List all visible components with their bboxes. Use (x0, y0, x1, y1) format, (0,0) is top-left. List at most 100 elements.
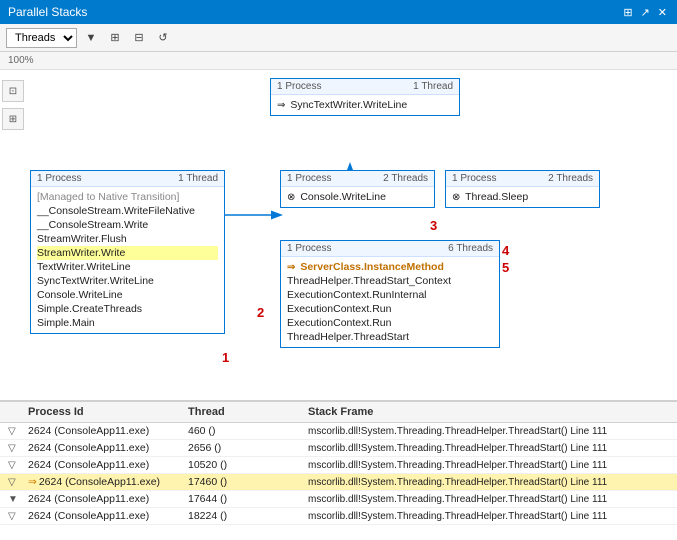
box-mid-body: ⊗ Console.WriteLine (281, 187, 434, 207)
row-filter[interactable]: ▽ (4, 425, 24, 438)
label-4: 4 (502, 243, 509, 258)
method-streamwriter-write[interactable]: StreamWriter.Write (37, 246, 218, 260)
row-thread: 17460 () (184, 475, 304, 489)
box-bottom-header: 1 Process 6 Threads (281, 241, 499, 257)
row-thread: 460 () (184, 424, 304, 438)
refresh-button[interactable]: ↺ (153, 28, 173, 48)
box-top-header: 1 Process 1 Thread (271, 79, 459, 95)
row-frame: mscorlib.dll!System.Threading.ThreadHelp… (304, 476, 673, 489)
box-right-header: 1 Process 2 Threads (446, 171, 599, 187)
close-button[interactable]: ✕ (656, 6, 669, 19)
table-row[interactable]: ▽ ⇒2624 (ConsoleApp11.exe) 17460 () msco… (0, 474, 677, 491)
table-header: Process Id Thread Stack Frame (0, 402, 677, 423)
method-console-writeline[interactable]: Console.WriteLine (37, 288, 218, 302)
table-row[interactable]: ▽ 2624 (ConsoleApp11.exe) 10520 () mscor… (0, 457, 677, 474)
box-right-process: 1 Process (452, 173, 496, 184)
zoom-reset-button[interactable]: ⊞ (2, 108, 24, 130)
method-simple-main[interactable]: Simple.Main (37, 316, 218, 330)
method-icon-x2: ⊗ (452, 192, 460, 203)
method-synctextwriter[interactable]: ⇒ SyncTextWriter.WriteLine (277, 98, 453, 112)
layout-btn1[interactable]: ⊞ (105, 28, 125, 48)
view-dropdown[interactable]: Threads Tasks (6, 28, 77, 48)
box-bottom-body: ⇒ ServerClass.InstanceMethod ThreadHelpe… (281, 257, 499, 347)
row-filter[interactable]: ▽ (4, 476, 24, 489)
row-thread: 2656 () (184, 441, 304, 455)
method-executionctx-run2[interactable]: ExecutionContext.Run (287, 316, 493, 330)
method-console-write1[interactable]: __ConsoleStream.WriteFileNative (37, 204, 218, 218)
row-filter[interactable]: ▼ (4, 493, 24, 506)
box-mid-header: 1 Process 2 Threads (281, 171, 434, 187)
row-thread: 17644 () (184, 492, 304, 506)
box-right-thread: 2 Threads (548, 173, 593, 184)
col-process: Process Id (24, 404, 184, 420)
row-process: ⇒2624 (ConsoleApp11.exe) (24, 475, 184, 489)
method-threadhelper-context[interactable]: ThreadHelper.ThreadStart_Context (287, 274, 493, 288)
box-bottom: 1 Process 6 Threads ⇒ ServerClass.Instan… (280, 240, 500, 348)
label-5: 5 (502, 260, 509, 275)
row-frame: mscorlib.dll!System.Threading.ThreadHelp… (304, 510, 673, 523)
box-top-process: 1 Process (277, 81, 321, 92)
row-frame: mscorlib.dll!System.Threading.ThreadHelp… (304, 459, 673, 472)
row-filter[interactable]: ▽ (4, 459, 24, 472)
row-filter[interactable]: ▽ (4, 510, 24, 523)
table-row[interactable]: ▼ 2624 (ConsoleApp11.exe) 17644 () mscor… (0, 491, 677, 508)
box-left: 1 Process 1 Thread [Managed to Native Tr… (30, 170, 225, 334)
main-area: ⊡ ⊞ 1 Process 1 Thread ⇒ SyncTextWriter.… (0, 70, 677, 400)
row-frame: mscorlib.dll!System.Threading.ThreadHelp… (304, 425, 673, 438)
box-mid-thread: 2 Threads (383, 173, 428, 184)
row-process: 2624 (ConsoleApp11.exe) (24, 458, 184, 472)
method-console-writeline-mid[interactable]: ⊗ Console.WriteLine (287, 190, 428, 204)
label-2: 2 (257, 305, 264, 320)
method-console-write2[interactable]: __ConsoleStream.Write (37, 218, 218, 232)
left-toolbar: ⊡ ⊞ (2, 80, 24, 130)
method-synctextwriter-writeline[interactable]: SyncTextWriter.WriteLine (37, 274, 218, 288)
method-threadhelper-start[interactable]: ThreadHelper.ThreadStart (287, 330, 493, 344)
label-3: 3 (430, 218, 437, 233)
toolbar: Threads Tasks ▼ ⊞ ⊟ ↺ (0, 24, 677, 52)
zoom-level: 100% (8, 55, 34, 66)
box-left-header: 1 Process 1 Thread (31, 171, 224, 187)
box-right-body: ⊗ Thread.Sleep (446, 187, 599, 207)
box-top-body: ⇒ SyncTextWriter.WriteLine (271, 95, 459, 115)
method-name: SyncTextWriter.WriteLine (290, 99, 407, 111)
method-icon-arrow: ⇒ (277, 100, 285, 111)
method-executionctx-runinternal[interactable]: ExecutionContext.RunInternal (287, 288, 493, 302)
box-left-process: 1 Process (37, 173, 81, 184)
method-icon-arrow2: ⇒ (287, 262, 295, 273)
col-filter (4, 404, 24, 420)
row-frame: mscorlib.dll!System.Threading.ThreadHelp… (304, 442, 673, 455)
float-button[interactable]: ↗ (639, 6, 652, 19)
box-bottom-thread: 6 Threads (448, 243, 493, 254)
box-bottom-process: 1 Process (287, 243, 331, 254)
method-streamwriter-flush[interactable]: StreamWriter.Flush (37, 232, 218, 246)
row-thread: 18224 () (184, 509, 304, 523)
box-top-thread: 1 Thread (413, 81, 453, 92)
box-left-thread: 1 Thread (178, 173, 218, 184)
method-simple-createthreads[interactable]: Simple.CreateThreads (37, 302, 218, 316)
method-thread-sleep[interactable]: ⊗ Thread.Sleep (452, 190, 593, 204)
table-row[interactable]: ▽ 2624 (ConsoleApp11.exe) 2656 () mscorl… (0, 440, 677, 457)
box-mid-process: 1 Process (287, 173, 331, 184)
title-bar-controls: ⊞ ↗ ✕ (621, 6, 669, 19)
layout-btn2[interactable]: ⊟ (129, 28, 149, 48)
zoom-bar: 100% (0, 52, 677, 70)
method-icon-x1: ⊗ (287, 192, 295, 203)
row-filter[interactable]: ▽ (4, 442, 24, 455)
box-mid: 1 Process 2 Threads ⊗ Console.WriteLine (280, 170, 435, 208)
box-right: 1 Process 2 Threads ⊗ Thread.Sleep (445, 170, 600, 208)
zoom-fit-button[interactable]: ⊡ (2, 80, 24, 102)
method-textwriter-writeline[interactable]: TextWriter.WriteLine (37, 260, 218, 274)
row-frame: mscorlib.dll!System.Threading.ThreadHelp… (304, 493, 673, 506)
filter-button[interactable]: ▼ (81, 28, 101, 48)
pin-button[interactable]: ⊞ (621, 6, 634, 19)
box-top: 1 Process 1 Thread ⇒ SyncTextWriter.Writ… (270, 78, 460, 116)
title-bar-title: Parallel Stacks (8, 5, 87, 19)
method-executionctx-run1[interactable]: ExecutionContext.Run (287, 302, 493, 316)
method-serverclass[interactable]: ⇒ ServerClass.InstanceMethod (287, 260, 493, 274)
method-managed-native[interactable]: [Managed to Native Transition] (37, 190, 218, 204)
row-process: 2624 (ConsoleApp11.exe) (24, 492, 184, 506)
row-process: 2624 (ConsoleApp11.exe) (24, 509, 184, 523)
table-row[interactable]: ▽ 2624 (ConsoleApp11.exe) 18224 () mscor… (0, 508, 677, 525)
title-bar: Parallel Stacks ⊞ ↗ ✕ (0, 0, 677, 24)
table-row[interactable]: ▽ 2624 (ConsoleApp11.exe) 460 () mscorli… (0, 423, 677, 440)
